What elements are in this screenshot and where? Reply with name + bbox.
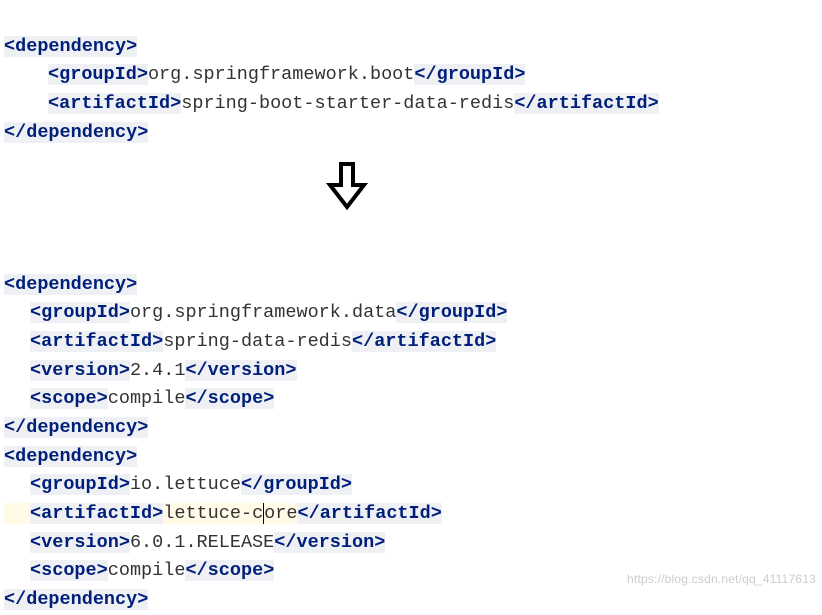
top-artifactid-value: spring-boot-starter-data-redis <box>181 93 514 114</box>
dep0-artifactid-value: spring-data-redis <box>163 331 352 352</box>
dep1-artifactid-value-a: lettuce-c <box>163 503 263 524</box>
tag-dependency-open: dependency <box>15 36 126 57</box>
dep0-groupid-value: org.springframework.data <box>130 302 396 323</box>
top-groupid-value: org.springframework.boot <box>148 64 414 85</box>
arrow-down-icon <box>4 161 822 224</box>
dep0-scope-value: compile <box>108 388 186 409</box>
dep1-scope-value: compile <box>108 560 186 581</box>
xml-code-top: <dependency> <groupId>org.springframewor… <box>4 4 822 147</box>
xml-code-bottom: <dependency> <groupId>org.springframewor… <box>4 242 822 615</box>
tag-dependency-close: dependency <box>26 122 137 143</box>
tag-scope: scope <box>41 388 97 409</box>
watermark-text: https://blog.csdn.net/qq_41117613 <box>627 570 816 589</box>
tag-groupid: groupId <box>59 64 137 85</box>
dep1-version-value: 6.0.1.RELEASE <box>130 532 274 553</box>
tag-version: version <box>41 360 119 381</box>
tag-artifactid: artifactId <box>59 93 170 114</box>
dep1-artifactid-value-b: ore <box>264 503 297 524</box>
dep1-groupid-value: io.lettuce <box>130 474 241 495</box>
dep0-version-value: 2.4.1 <box>130 360 186 381</box>
